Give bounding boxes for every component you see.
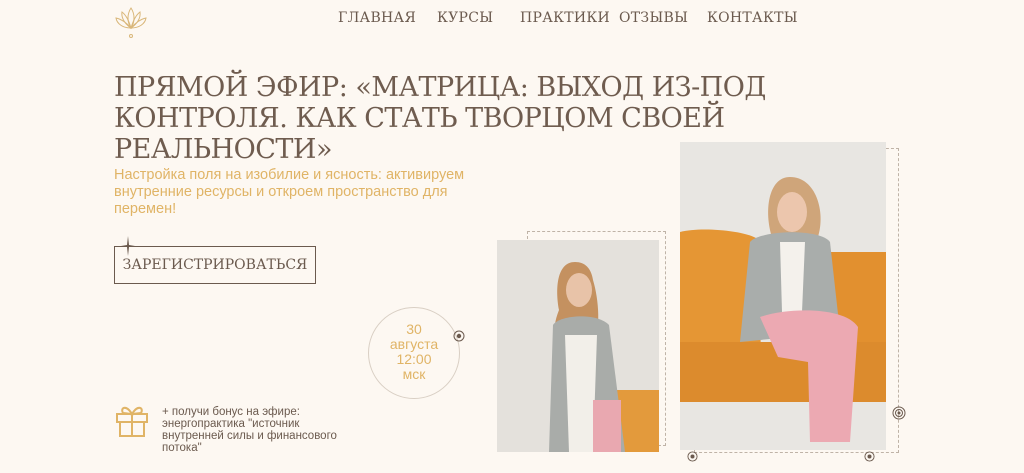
nav-item-reviews[interactable]: ОТЗЫВЫ	[619, 10, 688, 26]
speaker-photo-seated	[680, 142, 886, 450]
event-time: 12:00	[396, 351, 432, 367]
ring-dot-icon	[864, 451, 875, 462]
nav-item-courses[interactable]: КУРСЫ	[437, 10, 493, 26]
speaker-photo-standing	[497, 240, 659, 452]
ring-dot-icon	[453, 330, 465, 342]
nav-item-practices[interactable]: ПРАКТИКИ	[520, 10, 610, 26]
ring-dot-icon	[687, 451, 698, 462]
gift-icon	[116, 406, 148, 437]
hero-subtitle: Настройка поля на изобилие и ясность: ак…	[114, 167, 465, 217]
event-date: 30 августа 12:00 мск	[374, 322, 454, 382]
bonus-description: + получи бонус на эфире: энергопрактика …	[162, 406, 337, 454]
event-timezone: мск	[402, 366, 426, 382]
lotus-logo-icon[interactable]	[114, 4, 148, 40]
nav-item-contacts[interactable]: КОНТАКТЫ	[707, 10, 798, 26]
event-day: 30	[406, 321, 422, 337]
speaker-photo-illustration	[680, 142, 886, 450]
register-button[interactable]: ЗАРЕГИСТРИРОВАТЬСЯ	[114, 246, 316, 284]
speaker-photo-illustration	[497, 240, 659, 452]
ring-dot-icon	[892, 406, 906, 420]
nav-item-home[interactable]: ГЛАВНАЯ	[338, 10, 416, 26]
event-month: августа	[389, 336, 439, 352]
